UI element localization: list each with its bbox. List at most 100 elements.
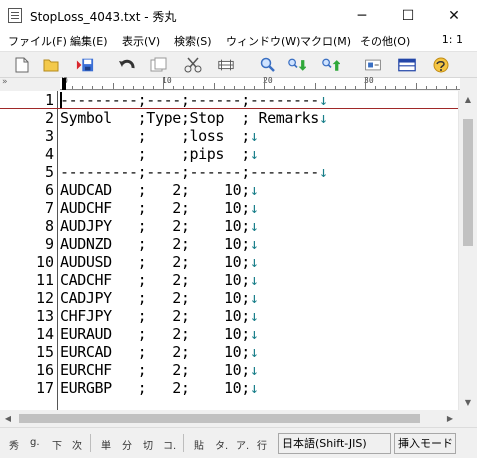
editor-line[interactable]: 4 ; ;pips ;↓ — [0, 145, 458, 163]
ruler-tick — [395, 86, 396, 89]
editor-line[interactable]: 9 AUDNZD ; 2; 10;↓ — [0, 235, 458, 253]
ruler-tick — [173, 86, 174, 89]
status-button-next[interactable]: 次 — [72, 437, 82, 452]
ruler-tick — [274, 86, 275, 89]
status-button-hidemaru[interactable]: 秀 — [9, 437, 19, 452]
newline-marker-icon: ↓ — [318, 163, 328, 181]
editor-area[interactable]: 1 ---------;----;------;--------↓ 2 Symbol … — [0, 91, 458, 410]
editor-line[interactable]: 12 CADJPY ; 2; 10;↓ — [0, 289, 458, 307]
editor-line[interactable]: 2 Symbol ;Type;Stop ; Remarks↓ — [0, 109, 458, 127]
status-bar: 秀 g. 下 次 単 分 切 コ. 貼 タ. ア. 行 日本語(Shift-JI… — [0, 427, 477, 458]
editor-line[interactable]: 10 AUDUSD ; 2; 10;↓ — [0, 253, 458, 271]
menu-macro[interactable]: マクロ(M) — [300, 33, 351, 49]
line-text[interactable]: AUDNZD ; 2; 10;↓ — [60, 235, 259, 253]
line-text[interactable]: CADJPY ; 2; 10;↓ — [60, 289, 259, 307]
input-mode-indicator[interactable]: 挿入モード — [394, 433, 456, 454]
editor-line[interactable]: 6 AUDCAD ; 2; 10;↓ — [0, 181, 458, 199]
editor-line[interactable]: 8 AUDJPY ; 2; 10;↓ — [0, 217, 458, 235]
grep-icon[interactable] — [364, 57, 382, 73]
editor-line[interactable]: 5 ---------;----;------;--------↓ — [0, 163, 458, 181]
line-text[interactable]: EURGBP ; 2; 10;↓ — [60, 379, 259, 397]
ruler-tick — [123, 86, 124, 89]
newline-marker-icon: ↓ — [249, 253, 259, 271]
status-button-word[interactable]: 単 — [101, 437, 111, 452]
menu-other[interactable]: その他(O) — [360, 33, 410, 49]
minimize-button[interactable]: ─ — [339, 0, 385, 31]
status-button-down[interactable]: 下 — [52, 437, 62, 452]
editor-line[interactable]: 16 EURCHF ; 2; 10;↓ — [0, 361, 458, 379]
ruler-tick — [72, 86, 73, 89]
menu-view[interactable]: 表示(V) — [122, 33, 160, 49]
help-icon[interactable] — [432, 57, 450, 73]
editor-line[interactable]: 3 ; ;loss ;↓ — [0, 127, 458, 145]
ruler-tick — [385, 86, 386, 89]
ruler-tick — [355, 86, 356, 89]
scroll-up-arrow-icon[interactable]: ▲ — [459, 91, 477, 107]
line-text[interactable]: Symbol ;Type;Stop ; Remarks↓ — [60, 109, 328, 127]
ruler-collapse-icon[interactable]: » — [2, 77, 8, 87]
line-text[interactable]: ---------;----;------;--------↓ — [60, 163, 328, 181]
line-text[interactable]: ; ;loss ;↓ — [60, 127, 259, 145]
save-icon[interactable] — [76, 57, 94, 73]
status-button-copy[interactable]: コ. — [163, 437, 176, 452]
line-number: 11 — [35, 271, 54, 289]
search-down-icon[interactable] — [288, 57, 306, 73]
status-button-cut[interactable]: 切 — [143, 437, 153, 452]
editor-line[interactable]: 1 ---------;----;------;--------↓ — [0, 91, 458, 109]
ruler-tick — [214, 83, 215, 89]
line-number: 3 — [44, 127, 54, 145]
editor-line[interactable]: 17 EURGBP ; 2; 10;↓ — [0, 379, 458, 397]
editor-line[interactable]: 11 CADCHF ; 2; 10;↓ — [0, 271, 458, 289]
line-text[interactable]: AUDJPY ; 2; 10;↓ — [60, 217, 259, 235]
line-text[interactable]: ; ;pips ;↓ — [60, 145, 259, 163]
status-button-split[interactable]: 分 — [122, 437, 132, 452]
status-button-grep[interactable]: g. — [30, 437, 40, 448]
editor-line[interactable]: 15 EURCAD ; 2; 10;↓ — [0, 343, 458, 361]
vertical-scroll-thumb[interactable] — [463, 119, 473, 246]
line-text[interactable]: AUDCAD ; 2; 10;↓ — [60, 181, 259, 199]
menu-window[interactable]: ウィンドウ(W) — [226, 33, 300, 49]
line-text[interactable]: EURCAD ; 2; 10;↓ — [60, 343, 259, 361]
line-text[interactable]: EURAUD ; 2; 10;↓ — [60, 325, 259, 343]
status-button-paste[interactable]: 貼 — [194, 437, 204, 452]
maximize-button[interactable]: ☐ — [385, 0, 431, 31]
close-button[interactable]: ✕ — [431, 0, 477, 31]
window-title: StopLoss_4043.txt - 秀丸 — [30, 10, 177, 24]
status-button-outline[interactable]: ア. — [236, 437, 249, 452]
menu-edit[interactable]: 編集(E) — [70, 33, 108, 49]
search-icon[interactable] — [259, 57, 277, 73]
editor-line[interactable]: 13 CHFJPY ; 2; 10;↓ — [0, 307, 458, 325]
line-text[interactable]: EURCHF ; 2; 10;↓ — [60, 361, 259, 379]
horizontal-scroll-thumb[interactable] — [19, 414, 420, 423]
encoding-indicator[interactable]: 日本語(Shift-JIS) — [278, 433, 391, 454]
line-text[interactable]: AUDUSD ; 2; 10;↓ — [60, 253, 259, 271]
line-text[interactable]: CADCHF ; 2; 10;↓ — [60, 271, 259, 289]
vertical-scrollbar[interactable]: ▲ ▼ — [458, 91, 477, 410]
line-text[interactable]: AUDCHF ; 2; 10;↓ — [60, 199, 259, 217]
editor-line[interactable]: 7 AUDCHF ; 2; 10;↓ — [0, 199, 458, 217]
status-button-tag[interactable]: タ. — [215, 437, 228, 452]
scroll-left-arrow-icon[interactable]: ◀ — [0, 410, 16, 427]
ruler-tick — [405, 86, 406, 89]
undo-icon[interactable] — [118, 57, 136, 73]
scroll-right-arrow-icon[interactable]: ▶ — [442, 410, 458, 427]
ruler-tick — [436, 86, 437, 89]
paste-icon[interactable] — [217, 57, 235, 73]
ruler-tick — [294, 86, 295, 89]
line-text[interactable]: CHFJPY ; 2; 10;↓ — [60, 307, 259, 325]
status-button-line[interactable]: 行 — [257, 437, 267, 452]
cut-icon[interactable] — [184, 57, 202, 73]
scroll-down-arrow-icon[interactable]: ▼ — [459, 394, 477, 410]
new-file-icon[interactable] — [13, 57, 31, 73]
editor-line[interactable]: 14 EURAUD ; 2; 10;↓ — [0, 325, 458, 343]
menu-search[interactable]: 検索(S) — [174, 33, 212, 49]
menu-file[interactable]: ファイル(F) — [8, 33, 67, 49]
app-icon[interactable] — [8, 8, 22, 23]
open-folder-icon[interactable] — [42, 57, 60, 73]
window-split-icon[interactable] — [398, 57, 416, 73]
copy-icon[interactable] — [150, 57, 168, 73]
ruler-tick — [325, 86, 326, 89]
search-up-icon[interactable] — [322, 57, 340, 73]
line-text[interactable]: ---------;----;------;--------↓ — [60, 91, 328, 109]
horizontal-scrollbar[interactable]: ◀ ▶ — [0, 410, 458, 427]
